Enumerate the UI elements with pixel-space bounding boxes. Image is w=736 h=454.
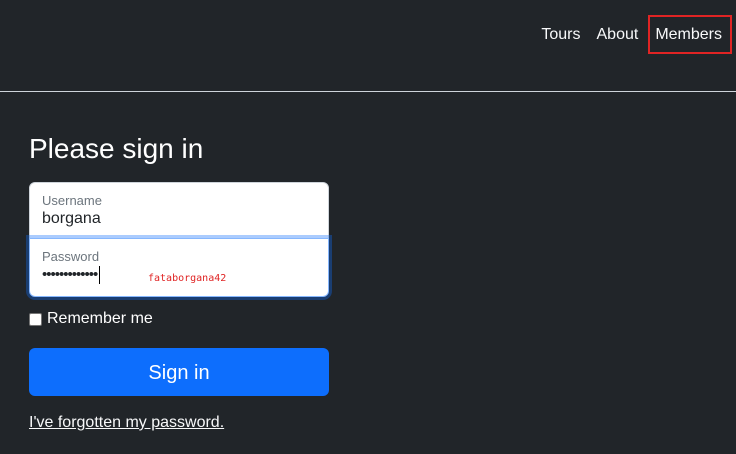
password-label: Password [42, 249, 100, 264]
top-navbar: Tours About Members [0, 0, 736, 92]
nav-link-tours[interactable]: Tours [537, 17, 584, 52]
text-caret [99, 266, 101, 285]
remember-me-label: Remember me [47, 310, 153, 327]
nav-link-about[interactable]: About [593, 17, 643, 52]
sign-in-button[interactable]: Sign in [29, 348, 329, 396]
password-value: ••••••••••••• [42, 266, 101, 285]
nav-link-members[interactable]: Members [648, 15, 732, 54]
sign-in-form: Username borgana Password ••••••••••••• … [29, 182, 329, 297]
remember-me-row[interactable]: Remember me [29, 310, 153, 328]
remember-me-checkbox[interactable] [29, 312, 42, 326]
username-field[interactable]: Username borgana [29, 182, 329, 239]
password-dots: ••••••••••••• [42, 266, 98, 283]
page-title: Please sign in [29, 133, 204, 164]
username-value: borgana [42, 210, 101, 227]
forgot-password-link[interactable]: I've forgotten my password. [29, 414, 224, 432]
username-label: Username [42, 193, 102, 208]
nav-links: Tours About Members [529, 15, 732, 54]
password-hint-text: fataborgana42 [148, 273, 227, 284]
password-field[interactable]: Password ••••••••••••• fataborgana42 [29, 238, 329, 297]
